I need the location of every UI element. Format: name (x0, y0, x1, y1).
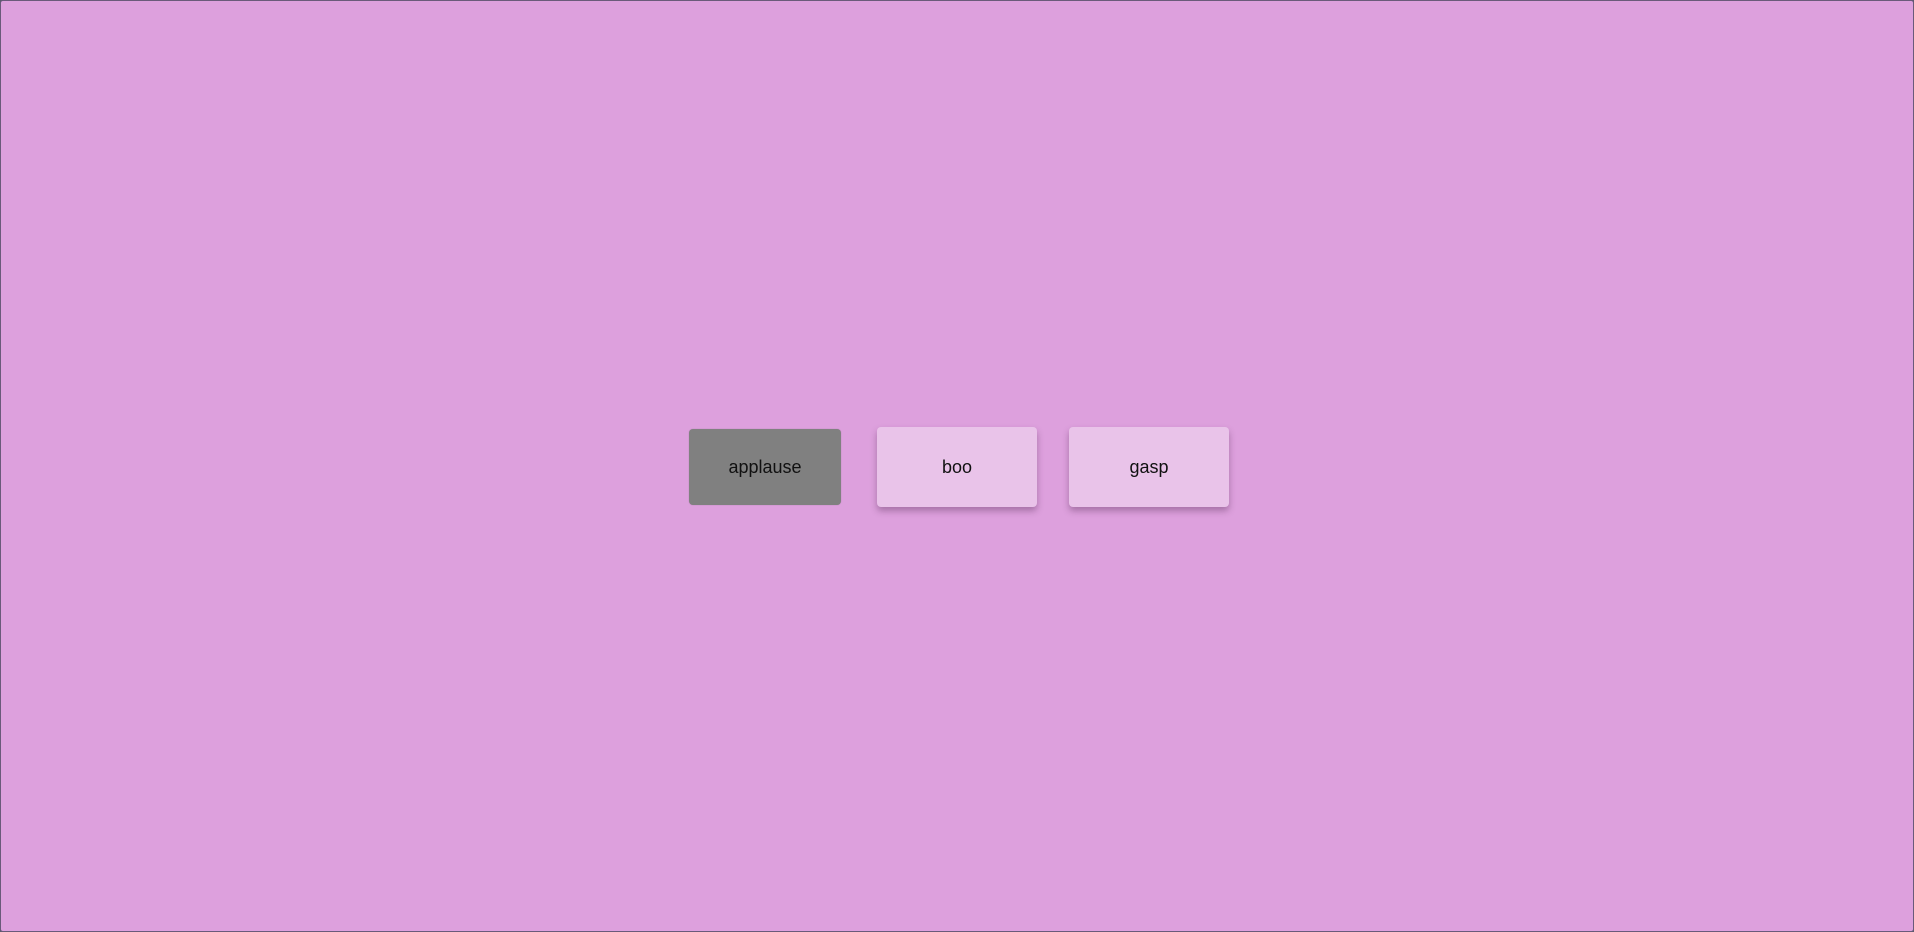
gasp-button-label: gasp (1129, 456, 1169, 477)
applause-button-label: applause (728, 456, 802, 477)
sound-board-page: applause boo gasp (0, 0, 1914, 932)
gasp-button[interactable]: gasp (1069, 427, 1229, 507)
boo-button[interactable]: boo (877, 427, 1037, 507)
boo-button-label: boo (941, 456, 973, 477)
applause-button[interactable]: applause (689, 429, 841, 505)
